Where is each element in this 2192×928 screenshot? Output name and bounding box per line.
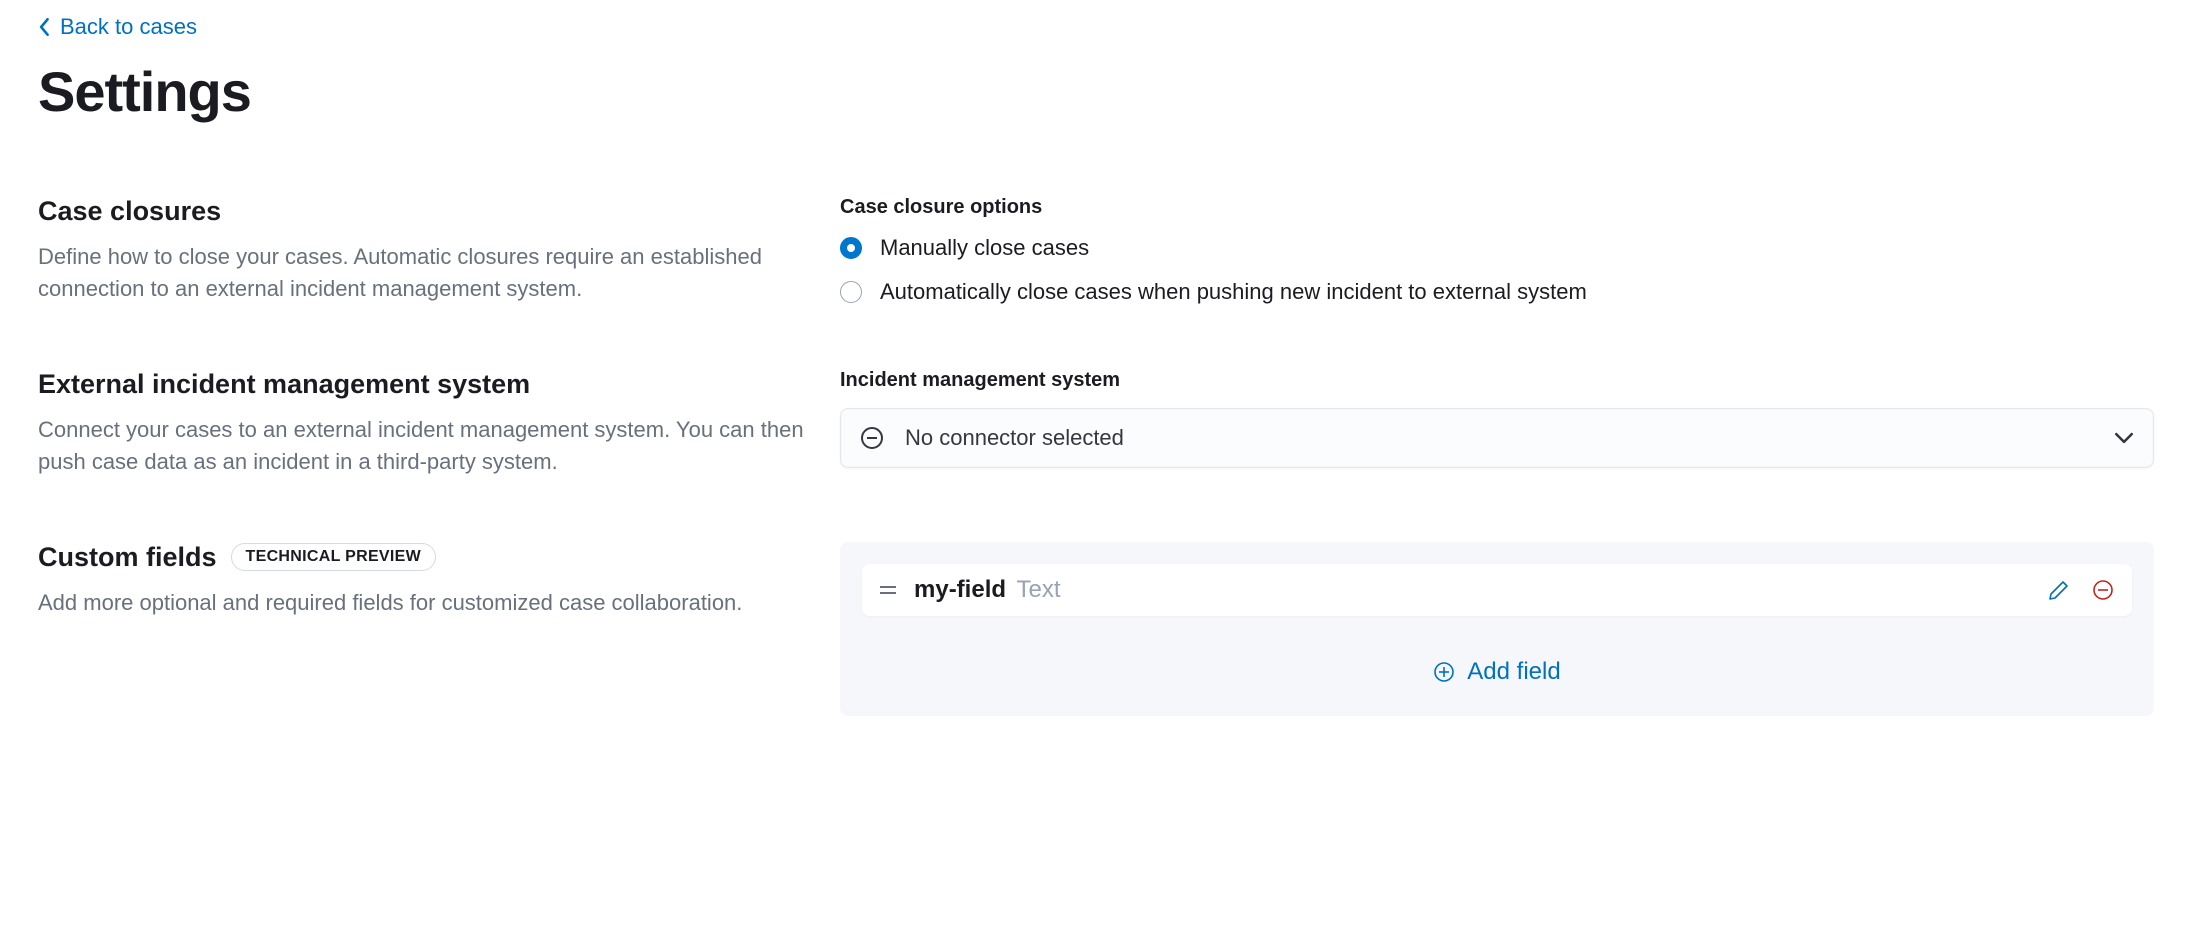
custom-fields-heading-text: Custom fields xyxy=(38,542,217,573)
closure-options-radio-group: Manually close cases Automatically close… xyxy=(840,235,2154,305)
case-closures-heading: Case closures xyxy=(38,196,810,227)
pencil-icon xyxy=(2048,579,2070,601)
custom-fields-panel: my-field Text xyxy=(840,542,2154,716)
section-case-closures: Case closures Define how to close your c… xyxy=(38,196,2154,305)
minus-circle-icon xyxy=(2092,579,2114,601)
incident-system-label: Incident management system xyxy=(840,369,2154,392)
minus-circle-icon xyxy=(861,427,883,449)
external-heading: External incident management system xyxy=(38,369,810,400)
closure-options-label: Case closure options xyxy=(840,196,2154,219)
add-field-button[interactable]: Add field xyxy=(862,646,2132,694)
back-to-cases-link[interactable]: Back to cases xyxy=(38,0,197,40)
page-title: Settings xyxy=(38,59,2154,124)
connector-select-value: No connector selected xyxy=(905,425,1124,451)
section-custom-fields: Custom fields TECHNICAL PREVIEW Add more… xyxy=(38,542,2154,716)
section-external-incident: External incident management system Conn… xyxy=(38,369,2154,478)
radio-auto-label: Automatically close cases when pushing n… xyxy=(880,279,1587,305)
back-link-label: Back to cases xyxy=(60,14,197,40)
chevron-left-icon xyxy=(38,18,52,36)
chevron-down-icon xyxy=(2115,429,2133,447)
custom-field-name: my-field xyxy=(914,576,1006,603)
delete-field-button[interactable] xyxy=(2092,579,2114,601)
edit-field-button[interactable] xyxy=(2048,579,2070,601)
custom-field-row: my-field Text xyxy=(862,564,2132,616)
radio-unchecked-icon xyxy=(840,281,862,303)
connector-select[interactable]: No connector selected xyxy=(840,408,2154,468)
radio-manual-label: Manually close cases xyxy=(880,235,1089,261)
custom-field-type: Text xyxy=(1016,576,1060,603)
technical-preview-badge: TECHNICAL PREVIEW xyxy=(231,543,436,571)
radio-manual-close[interactable]: Manually close cases xyxy=(840,235,2154,261)
add-field-label: Add field xyxy=(1467,658,1560,686)
plus-circle-icon xyxy=(1433,661,1455,683)
external-desc: Connect your cases to an external incide… xyxy=(38,414,810,478)
custom-fields-heading: Custom fields TECHNICAL PREVIEW xyxy=(38,542,810,573)
radio-auto-close[interactable]: Automatically close cases when pushing n… xyxy=(840,279,2154,305)
case-closures-desc: Define how to close your cases. Automati… xyxy=(38,241,810,305)
drag-handle-icon[interactable] xyxy=(880,586,896,594)
radio-checked-icon xyxy=(840,237,862,259)
custom-fields-desc: Add more optional and required fields fo… xyxy=(38,587,810,619)
